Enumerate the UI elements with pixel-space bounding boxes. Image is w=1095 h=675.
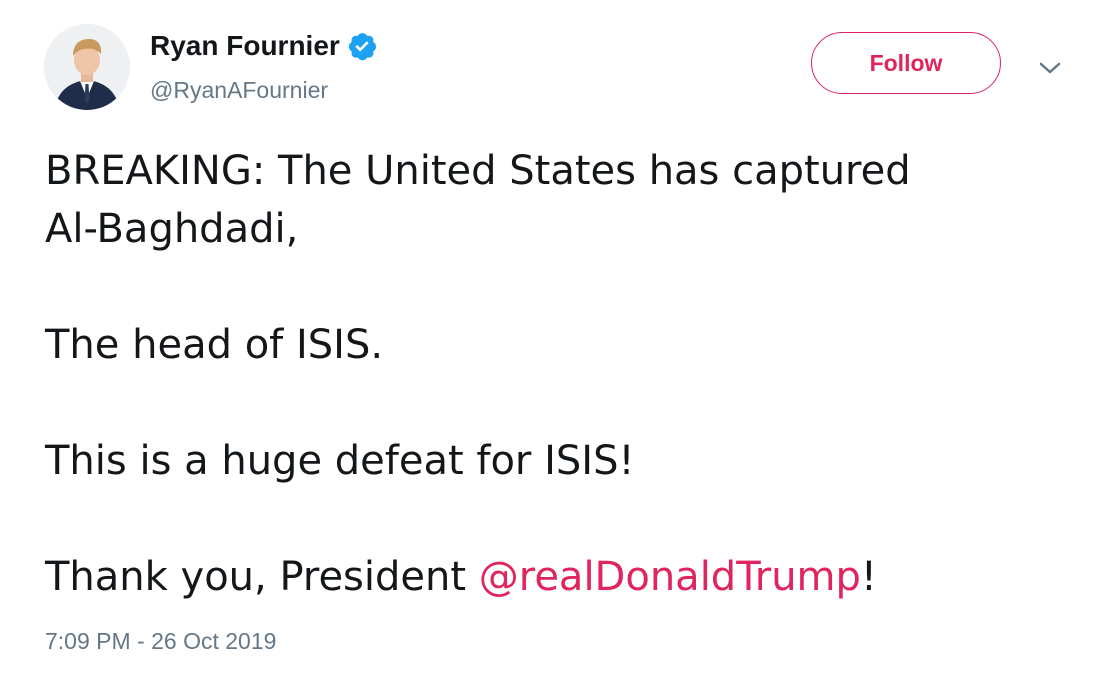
verified-badge-icon [346,30,378,62]
author-avatar[interactable] [44,24,130,110]
line-break [45,258,1055,316]
tweet-card: Ryan Fournier @RyanAFournier Follow BREA… [0,0,1095,675]
chevron-down-icon[interactable] [1036,58,1064,78]
tweet-line-thanks: Thank you, President @realDonaldTrump! [45,548,1055,606]
author-display-name[interactable]: Ryan Fournier [150,28,340,64]
tweet-line: The head of ISIS. [45,322,384,368]
author-name-row: Ryan Fournier [150,28,378,64]
line-break [45,374,1055,432]
tweet-text: BREAKING: The United States has captured… [45,142,1055,606]
tweet-line: This is a huge defeat for ISIS! [45,438,635,484]
author-info: Ryan Fournier @RyanAFournier [150,28,378,104]
author-handle[interactable]: @RyanAFournier [150,76,378,104]
follow-button[interactable]: Follow [811,32,1001,94]
exclamation-text: ! [860,554,877,600]
mention-link[interactable]: @realDonaldTrump [479,554,861,600]
line-break [45,490,1055,548]
avatar-photo-icon [44,24,130,110]
tweet-timestamp[interactable]: 7:09 PM - 26 Oct 2019 [45,626,276,656]
thanks-text: Thank you, President [45,554,479,600]
tweet-line: BREAKING: The United States has captured [45,148,911,194]
tweet-line: Al-Baghdadi, [45,206,299,252]
